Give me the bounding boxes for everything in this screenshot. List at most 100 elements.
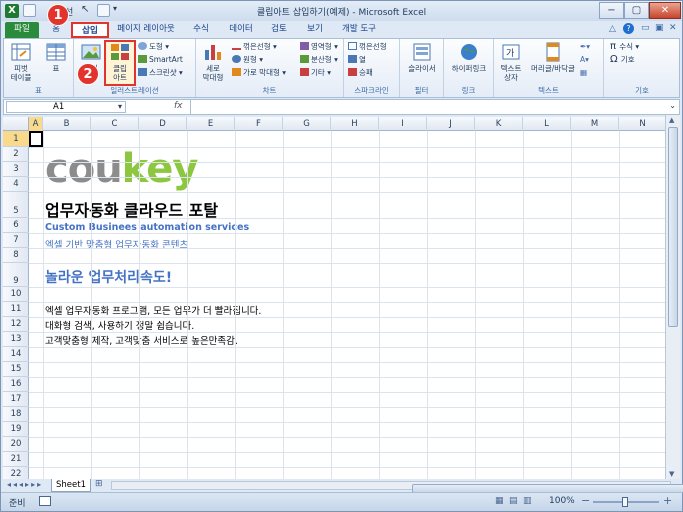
column-header-n[interactable]: N [619,117,665,131]
pivot-table-button[interactable]: 피벗 테이블 [6,42,36,82]
row-header-8[interactable]: 8 [3,248,29,263]
macro-record-icon[interactable] [39,496,51,506]
spark-winloss-button[interactable]: 승패 [348,68,373,78]
symbol-button[interactable]: Ω 기호 [610,55,635,65]
row-header-19[interactable]: 19 [3,422,29,437]
column-header-g[interactable]: G [283,117,331,131]
row-header-17[interactable]: 17 [3,392,29,407]
formula-input[interactable] [190,100,665,114]
column-header-e[interactable]: E [187,117,235,131]
row-header-6[interactable]: 6 [3,218,29,233]
doc-close-icon[interactable]: ✕ [669,23,677,33]
column-header-a[interactable]: A [29,117,43,131]
object-icon[interactable]: ▦ [580,68,587,78]
tab-page-layout[interactable]: 페이지 레이아웃 [113,22,179,38]
textbox-button[interactable]: 가 텍스트 상자 [496,42,526,82]
row-header-21[interactable]: 21 [3,452,29,467]
minimize-button[interactable]: − [599,2,624,19]
sheet-nav-icon[interactable]: ◂◂◂▸▸▸ [7,480,43,489]
row-header-11[interactable]: 11 [3,302,29,317]
ribbon-minimize-icon[interactable]: △ [609,24,616,34]
column-header-c[interactable]: C [91,117,139,131]
select-all-corner[interactable] [3,117,29,131]
vertical-scrollbar[interactable]: ▲ ▼ [665,115,680,479]
doc-minimize-icon[interactable]: ▭ [641,23,650,33]
header-footer-button[interactable]: 머리글/바닥글 [528,42,578,73]
zoom-in-button[interactable]: + [663,494,672,507]
row-header-9[interactable]: 9 [3,263,29,287]
spark-line-button[interactable]: 꺾은선형 [348,42,387,52]
fx-icon[interactable]: fx [174,101,183,111]
row-header-13[interactable]: 13 [3,332,29,347]
column-header-d[interactable]: D [139,117,187,131]
column-chart-button[interactable]: 세로 막대형 [198,42,228,82]
doc-restore-icon[interactable]: ▣ [655,23,664,33]
column-header-m[interactable]: M [571,117,619,131]
row-header-2[interactable]: 2 [3,147,29,162]
scatter-chart-button[interactable]: 분산형 ▾ [300,55,338,65]
column-header-i[interactable]: I [379,117,427,131]
maximize-button[interactable]: ▢ [624,2,649,19]
tab-insert[interactable]: 삽입 [71,22,109,38]
shapes-button[interactable]: 도형 ▾ [138,42,169,52]
pie-chart-button[interactable]: 원형 ▾ [232,55,263,65]
screenshot-button[interactable]: 스크린샷 ▾ [138,68,183,78]
help-icon[interactable]: ? [623,23,634,34]
formula-expand-icon[interactable]: ⌄ [669,101,676,110]
page-layout-view-icon[interactable]: ▤ [509,496,518,506]
tab-review[interactable]: 검토 [265,22,293,38]
tab-file[interactable]: 파일 [5,22,39,38]
close-button[interactable]: ✕ [649,2,681,19]
column-header-k[interactable]: K [475,117,523,131]
tab-formulas[interactable]: 수식 [187,22,215,38]
row-header-10[interactable]: 10 [3,287,29,302]
row-header-15[interactable]: 15 [3,362,29,377]
row-header-5[interactable]: 5 [3,192,29,218]
row-header-18[interactable]: 18 [3,407,29,422]
slicer-button[interactable]: 슬라이서 [404,42,440,73]
zoom-slider[interactable] [593,497,659,507]
bar-chart-button[interactable]: 가로 막대형 ▾ [232,68,286,78]
row-header-1[interactable]: 1 [3,131,29,147]
column-header-f[interactable]: F [235,117,283,131]
tab-data[interactable]: 데이터 [225,22,257,38]
table-button[interactable]: 표 [42,42,70,73]
horizontal-scrollbar[interactable] [111,481,683,493]
column-header-h[interactable]: H [331,117,379,131]
row-header-7[interactable]: 7 [3,233,29,248]
sheet-tab-sheet1[interactable]: Sheet1 [51,479,91,492]
smartart-button[interactable]: SmartArt [138,55,183,65]
column-header-b[interactable]: B [43,117,91,131]
row-header-22[interactable]: 22 [3,467,29,479]
wordart-icon[interactable]: A▾ [580,55,589,65]
tab-developer[interactable]: 개발 도구 [337,22,381,38]
row-header-16[interactable]: 16 [3,377,29,392]
scroll-up-icon[interactable]: ▲ [669,116,674,124]
active-cell-a1[interactable] [29,131,43,147]
row-header-12[interactable]: 12 [3,317,29,332]
name-box-dropdown-icon[interactable]: ▾ [118,102,122,111]
equation-button[interactable]: π 수식 ▾ [610,42,639,52]
column-header-j[interactable]: J [427,117,475,131]
normal-view-icon[interactable]: ▦ [495,496,504,506]
spark-column-button[interactable]: 열 [348,55,366,65]
name-box[interactable]: A1 [6,101,126,113]
row-header-3[interactable]: 3 [3,162,29,177]
clipart-button[interactable]: 클립 아트 [104,40,136,86]
row-header-14[interactable]: 14 [3,347,29,362]
signature-icon[interactable]: ✒▾ [580,42,590,52]
area-chart-button[interactable]: 영역형 ▾ [300,42,338,52]
row-header-20[interactable]: 20 [3,437,29,452]
zoom-out-button[interactable]: − [581,494,590,507]
hyperlink-button[interactable]: 하이퍼링크 [446,42,492,73]
column-header-l[interactable]: L [523,117,571,131]
line-chart-button[interactable]: 꺾은선형 ▾ [232,42,277,52]
zoom-level[interactable]: 100% [549,496,575,506]
page-break-view-icon[interactable]: ▥ [523,496,532,506]
insert-sheet-icon[interactable]: ⊞ [95,479,103,489]
scroll-down-icon[interactable]: ▼ [669,470,674,478]
row-header-4[interactable]: 4 [3,177,29,192]
vertical-scroll-thumb[interactable] [668,127,678,327]
zoom-slider-thumb[interactable] [622,497,628,507]
worksheet-grid[interactable]: ABCDEFGHIJKLMN 1 2 3 4 5 6 7 8 9 10 11 12 13 14 15 16 17… [3,117,665,479]
